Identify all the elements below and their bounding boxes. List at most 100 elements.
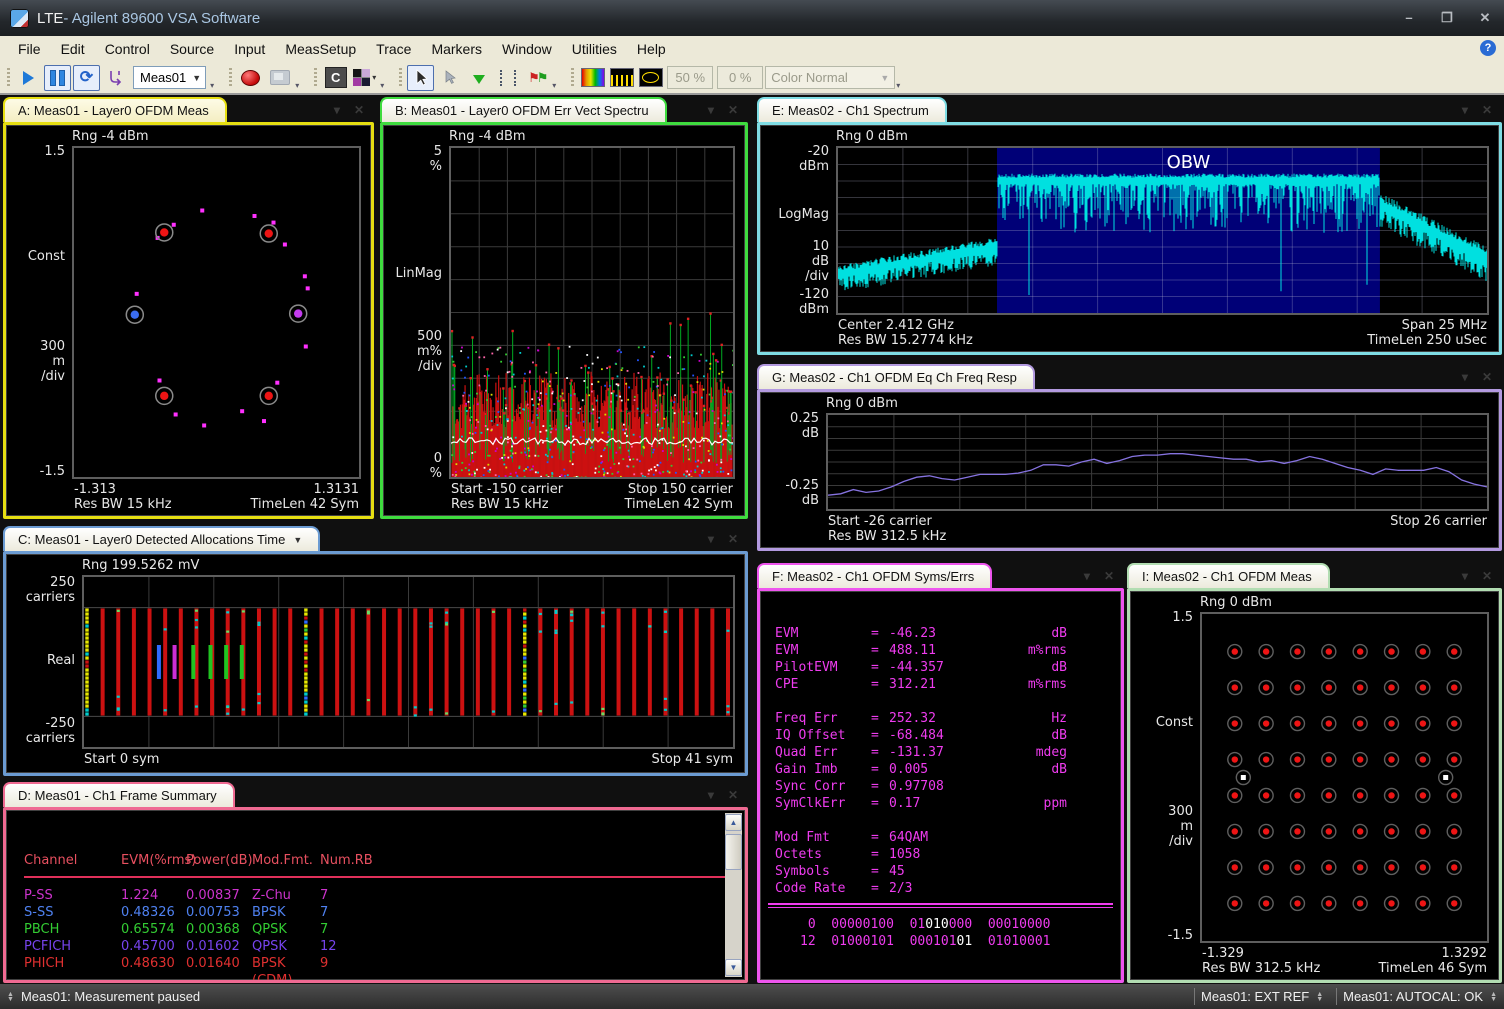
chevron-down-icon: ▼ bbox=[880, 73, 889, 83]
panel-menu-icon[interactable]: ▾ bbox=[708, 788, 714, 802]
maximize-button[interactable]: ❐ bbox=[1438, 10, 1456, 26]
panel-close-icon[interactable]: ✕ bbox=[728, 788, 738, 802]
minimize-button[interactable]: – bbox=[1400, 10, 1418, 26]
window-title-app: LTE bbox=[37, 10, 63, 27]
pause-button[interactable] bbox=[44, 65, 71, 91]
plot-footer: Res BW 312.5 kHzTimeLen 46 Sym bbox=[1200, 961, 1489, 980]
overlap-field[interactable]: 50 % bbox=[667, 66, 713, 89]
spectrum-trace-button[interactable] bbox=[608, 65, 635, 91]
help-icon[interactable]: ? bbox=[1480, 40, 1496, 56]
panel-close-icon[interactable]: ✕ bbox=[1482, 569, 1492, 583]
table-row[interactable]: P-SS1.2240.00837Z-Chu7 bbox=[24, 887, 725, 904]
panel-menu-icon[interactable]: ▾ bbox=[1084, 569, 1090, 583]
measurement-selector[interactable]: Meas01 ▼ bbox=[133, 66, 206, 89]
error-vector-spectrum-plot[interactable] bbox=[449, 146, 735, 479]
scroll-up-icon[interactable]: ▲ bbox=[725, 814, 742, 831]
menu-item-control[interactable]: Control bbox=[95, 38, 160, 60]
x-axis-labels: -1.3131.3131 bbox=[72, 479, 361, 497]
table-row[interactable]: PBCH0.655740.00368QPSK7 bbox=[24, 921, 725, 938]
toolbar-grip[interactable] bbox=[229, 68, 232, 88]
toolbar-overflow-icon[interactable]: ▾ bbox=[380, 81, 384, 90]
allocations-plot[interactable] bbox=[82, 575, 735, 749]
menu-item-window[interactable]: Window bbox=[492, 38, 562, 60]
menu-item-source[interactable]: Source bbox=[160, 38, 224, 60]
toolbar-overflow-icon[interactable]: ▾ bbox=[552, 81, 556, 90]
player-button[interactable] bbox=[266, 65, 293, 91]
panel-close-icon[interactable]: ✕ bbox=[1104, 569, 1114, 583]
layout-button[interactable]: ▾ bbox=[351, 65, 378, 91]
flags-button[interactable]: ⚑⚑ bbox=[523, 65, 550, 91]
readout-row: Code Rate=2/3 bbox=[760, 880, 1121, 897]
spectrogram-button[interactable] bbox=[579, 65, 606, 91]
menu-item-help[interactable]: Help bbox=[627, 38, 676, 60]
panel-i-tab[interactable]: I: Meas02 - Ch1 OFDM Meas bbox=[1127, 563, 1330, 588]
allocations-dropdown-caret[interactable]: ▼ bbox=[293, 535, 302, 545]
table-row[interactable]: S-SS0.483260.00753BPSK7 bbox=[24, 904, 725, 921]
scroll-down-icon[interactable]: ▼ bbox=[725, 959, 742, 976]
status-spinner-icon[interactable]: ▲▼ bbox=[1309, 992, 1330, 1002]
panel-e-tab[interactable]: E: Meas02 - Ch1 Spectrum bbox=[757, 97, 947, 122]
panel-a-tab[interactable]: A: Meas01 - Layer0 OFDM Meas bbox=[3, 97, 227, 122]
play-button[interactable] bbox=[15, 65, 42, 91]
toolbar-grip[interactable] bbox=[399, 68, 402, 88]
panel-close-icon[interactable]: ✕ bbox=[728, 532, 738, 546]
panel-a-header: A: Meas01 - Layer0 OFDM Meas ▾ ✕ bbox=[3, 96, 374, 122]
constellation-plot-a[interactable] bbox=[72, 146, 361, 479]
panel-g-tab[interactable]: G: Meas02 - Ch1 OFDM Eq Ch Freq Resp bbox=[757, 364, 1035, 389]
toolbar-overflow-icon[interactable]: ▾ bbox=[295, 81, 299, 90]
panel-close-icon[interactable]: ✕ bbox=[1482, 103, 1492, 117]
panel-d-tab[interactable]: D: Meas01 - Ch1 Frame Summary bbox=[3, 782, 235, 807]
freq-response-plot[interactable] bbox=[826, 413, 1489, 511]
menu-item-trace[interactable]: Trace bbox=[366, 38, 421, 60]
panel-c-tab[interactable]: C: Meas01 - Layer0 Detected Allocations … bbox=[3, 526, 320, 551]
peak-search-button[interactable] bbox=[465, 65, 492, 91]
panel-menu-icon[interactable]: ▾ bbox=[1462, 569, 1468, 583]
bit-pattern-row: 12 01000101 00010101 01010001 bbox=[760, 933, 1121, 950]
close-button[interactable]: ✕ bbox=[1476, 10, 1494, 26]
panel-menu-icon[interactable]: ▾ bbox=[334, 103, 340, 117]
panel-menu-icon[interactable]: ▾ bbox=[1462, 370, 1468, 384]
correction-button[interactable]: C bbox=[322, 65, 349, 91]
panel-b-tab[interactable]: B: Meas01 - Layer0 OFDM Err Vect Spectru bbox=[380, 97, 667, 122]
menu-item-input[interactable]: Input bbox=[224, 38, 275, 60]
toolbar-grip[interactable] bbox=[314, 68, 317, 88]
record-button[interactable] bbox=[237, 65, 264, 91]
panel-menu-icon[interactable]: ▾ bbox=[708, 103, 714, 117]
menu-item-utilities[interactable]: Utilities bbox=[562, 38, 627, 60]
color-mode-select[interactable]: Color Normal ▼ bbox=[765, 66, 895, 89]
panel-close-icon[interactable]: ✕ bbox=[728, 103, 738, 117]
status-spinner-icon[interactable]: ▲▼ bbox=[1483, 992, 1504, 1002]
menu-item-meassetup[interactable]: MeasSetup bbox=[275, 38, 366, 60]
scroll-thumb[interactable] bbox=[725, 834, 742, 870]
single-button[interactable] bbox=[102, 65, 129, 91]
toolbar-grip[interactable] bbox=[571, 68, 574, 88]
move-marker-button[interactable] bbox=[436, 65, 463, 91]
panel-close-icon[interactable]: ✕ bbox=[1482, 370, 1492, 384]
panel-menu-icon[interactable]: ▾ bbox=[1462, 103, 1468, 117]
player-icon bbox=[270, 70, 290, 85]
trigger-field[interactable]: 0 % bbox=[717, 66, 763, 89]
panel-f-tab[interactable]: F: Meas02 - Ch1 OFDM Syms/Errs bbox=[757, 563, 992, 588]
constellation-plot-i[interactable] bbox=[1200, 612, 1489, 943]
menu-item-edit[interactable]: Edit bbox=[51, 38, 95, 60]
quad-display-icon bbox=[353, 69, 370, 86]
toolbar-overflow-icon[interactable]: ▾ bbox=[896, 81, 900, 90]
toolbar-grip[interactable] bbox=[7, 68, 10, 88]
menu-item-file[interactable]: File bbox=[8, 38, 51, 60]
panel-menu-icon[interactable]: ▾ bbox=[708, 532, 714, 546]
scrollbar[interactable]: ▲ ▼ bbox=[725, 813, 742, 977]
panel-f-body: EVM=-46.23dBEVM=488.11m%rmsPilotEVM=-44.… bbox=[757, 588, 1124, 983]
eye-diagram-button[interactable] bbox=[637, 65, 664, 91]
plot-footer: Res BW 15.2774 kHzTimeLen 250 uSec bbox=[836, 333, 1489, 352]
status-spinner-icon[interactable]: ▲▼ bbox=[0, 992, 21, 1002]
color-mode-value: Color Normal bbox=[771, 70, 848, 85]
table-row[interactable]: PCFICH0.457000.01602QPSK12 bbox=[24, 938, 725, 955]
select-pointer-button[interactable] bbox=[407, 65, 434, 91]
continuous-button[interactable]: ⟳ bbox=[73, 65, 100, 91]
panel-close-icon[interactable]: ✕ bbox=[354, 103, 364, 117]
table-row[interactable]: PHICH0.486300.01640BPSK (CDM)9 bbox=[24, 955, 725, 980]
band-power-button[interactable] bbox=[494, 65, 521, 91]
spectrum-plot[interactable]: OBW bbox=[836, 146, 1489, 315]
toolbar-overflow-icon[interactable]: ▾ bbox=[210, 81, 214, 90]
menu-item-markers[interactable]: Markers bbox=[421, 38, 492, 60]
